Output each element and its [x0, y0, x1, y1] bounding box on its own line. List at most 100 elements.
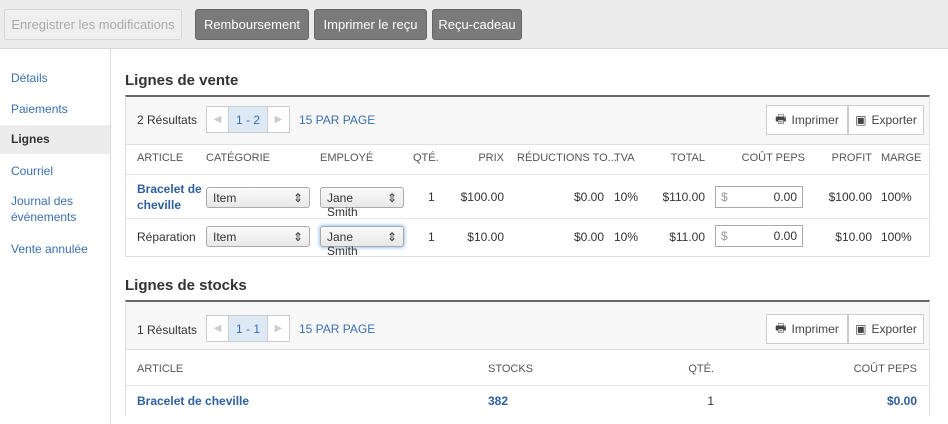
page-range: 1 - 2	[228, 107, 268, 132]
export-button[interactable]: ▣ Exporter	[848, 314, 924, 344]
employee-value: Jane Smith	[327, 230, 358, 258]
prev-page-icon[interactable]: ◀	[207, 316, 228, 341]
sidebar-item-details[interactable]: Détails	[0, 70, 110, 86]
pagination: ◀ 1 - 2 ▶	[206, 106, 290, 133]
category-value: Item	[213, 191, 237, 205]
prev-page-icon[interactable]: ◀	[207, 107, 228, 132]
qty: 1	[707, 394, 714, 408]
sales-lines-title: Lignes de vente	[125, 72, 239, 89]
col-margin[interactable]: MARGE	[881, 152, 921, 164]
sidebar-item-lines[interactable]: Lignes	[0, 125, 110, 154]
discount: $0.00	[573, 190, 604, 204]
table-row: Bracelet de cheville 382 1 $0.00	[126, 386, 929, 416]
sidebar-item-email[interactable]: Courriel	[0, 163, 110, 179]
col-price[interactable]: PRIX	[478, 152, 504, 164]
sidebar-item-payments[interactable]: Paiements	[0, 101, 110, 117]
price: $100.00	[460, 190, 504, 204]
per-page-selector[interactable]: 15 PAR PAGE	[299, 113, 375, 127]
table-header: ARTICLE STOCKS QTÉ. COÛT PEPS	[126, 354, 929, 386]
save-changes-button[interactable]: Enregistrer les modifications	[4, 9, 182, 40]
col-article[interactable]: ARTICLE	[137, 363, 183, 375]
export-label: Exporter	[871, 322, 917, 336]
excel-icon: ▣	[855, 113, 867, 127]
refund-button[interactable]: Remboursement	[195, 9, 309, 40]
print-receipt-button[interactable]: Imprimer le reçu	[314, 9, 427, 40]
sidebar-item-voided-sale[interactable]: Vente annulée	[0, 241, 110, 257]
print-button[interactable]: 🖶 Imprimer	[766, 314, 848, 344]
col-total[interactable]: TOTAL	[671, 152, 705, 164]
table-row: Bracelet de cheville Item ⇕ Jane Smith ⇕ 1…	[126, 175, 929, 219]
currency-symbol: $	[721, 229, 728, 243]
printer-icon: 🖶	[775, 320, 787, 335]
select-arrows-icon: ⇕	[386, 191, 397, 205]
stock-lines-table: 1 Résultats ◀ 1 - 1 ▶ 15 PAR PAGE 🖶 Impri…	[125, 300, 930, 416]
col-qty[interactable]: QTÉ.	[688, 363, 714, 375]
price: $10.00	[467, 230, 504, 244]
table-row: Réparation Item ⇕ Jane Smith ⇕ 1 $10.00 $0…	[126, 219, 929, 258]
per-page-selector[interactable]: 15 PAR PAGE	[299, 322, 375, 336]
fifo-cost-input[interactable]: $0.00	[715, 186, 803, 208]
profit: $100.00	[828, 190, 872, 204]
table-toolbar: 1 Résultats ◀ 1 - 1 ▶ 15 PAR PAGE 🖶 Impri…	[126, 302, 929, 350]
stock-link[interactable]: 382	[488, 394, 508, 408]
col-article[interactable]: ARTICLE	[137, 152, 183, 164]
employee-value: Jane Smith	[327, 191, 358, 219]
excel-icon: ▣	[855, 322, 867, 336]
article-link[interactable]: Bracelet de cheville	[137, 181, 202, 213]
col-category[interactable]: CATÉGORIE	[206, 152, 270, 164]
print-label: Imprimer	[791, 113, 839, 127]
discount: $0.00	[573, 230, 604, 244]
table-toolbar: 2 Résultats ◀ 1 - 2 ▶ 15 PAR PAGE 🖶 Impri…	[126, 97, 929, 145]
col-employee[interactable]: EMPLOYÉ	[320, 152, 373, 164]
category-select[interactable]: Item ⇕	[206, 187, 310, 208]
profit: $10.00	[835, 230, 872, 244]
article-link[interactable]: Bracelet de cheville	[137, 394, 249, 408]
sidebar-item-event-log[interactable]: Journal des événements	[0, 193, 90, 225]
col-fifo-cost[interactable]: COÛT PEPS	[742, 152, 805, 164]
col-tax[interactable]: TVA	[614, 152, 635, 164]
sales-lines-table: 2 Résultats ◀ 1 - 2 ▶ 15 PAR PAGE 🖶 Impri…	[125, 95, 930, 258]
page-range: 1 - 1	[228, 316, 268, 341]
employee-select[interactable]: Jane Smith ⇕	[320, 226, 404, 258]
fifo-cost-input[interactable]: $0.00	[715, 225, 803, 247]
gift-receipt-button[interactable]: Reçu-cadeau	[432, 9, 522, 40]
sidebar: Détails Paiements Lignes Courriel Journa…	[0, 49, 111, 424]
col-fifo-cost[interactable]: COÛT PEPS	[854, 363, 917, 375]
export-label: Exporter	[871, 113, 917, 127]
pagination: ◀ 1 - 1 ▶	[206, 315, 290, 342]
fifo-cost: $0.00	[886, 394, 917, 408]
total: $110.00	[662, 190, 706, 204]
total: $11.00	[669, 230, 705, 244]
select-arrows-icon: ⇕	[292, 191, 303, 205]
col-discounts[interactable]: RÉDUCTIONS TO...	[517, 152, 617, 164]
currency-symbol: $	[721, 190, 728, 204]
results-count: 2 Résultats	[137, 113, 198, 127]
select-arrows-icon: ⇕	[386, 230, 397, 244]
cost-value: 0.00	[773, 190, 797, 204]
printer-icon: 🖶	[775, 111, 787, 126]
article-name: Réparation	[137, 230, 196, 244]
table-header: ARTICLE CATÉGORIE EMPLOYÉ QTÉ. PRIX RÉDU…	[126, 145, 929, 175]
qty: 1	[428, 190, 435, 204]
select-arrows-icon: ⇕	[292, 230, 303, 244]
tax: 10%	[614, 190, 639, 204]
col-qty[interactable]: QTÉ.	[413, 152, 439, 164]
employee-select[interactable]: Jane Smith ⇕	[320, 187, 404, 219]
next-page-icon[interactable]: ▶	[268, 107, 289, 132]
qty: 1	[428, 230, 435, 244]
print-label: Imprimer	[791, 322, 839, 336]
tax: 10%	[614, 230, 639, 244]
next-page-icon[interactable]: ▶	[268, 316, 289, 341]
col-stock[interactable]: STOCKS	[488, 363, 533, 375]
margin: 100%	[881, 230, 912, 244]
col-profit[interactable]: PROFIT	[832, 152, 872, 164]
cost-value: 0.00	[773, 229, 797, 243]
margin: 100%	[881, 190, 912, 204]
stock-lines-title: Lignes de stocks	[125, 277, 247, 294]
print-button[interactable]: 🖶 Imprimer	[766, 105, 848, 135]
export-button[interactable]: ▣ Exporter	[848, 105, 924, 135]
action-toolbar: Enregistrer les modifications Remboursem…	[0, 0, 948, 49]
results-count: 1 Résultats	[137, 323, 198, 337]
category-value: Item	[213, 230, 237, 244]
category-select[interactable]: Item ⇕	[206, 226, 310, 247]
